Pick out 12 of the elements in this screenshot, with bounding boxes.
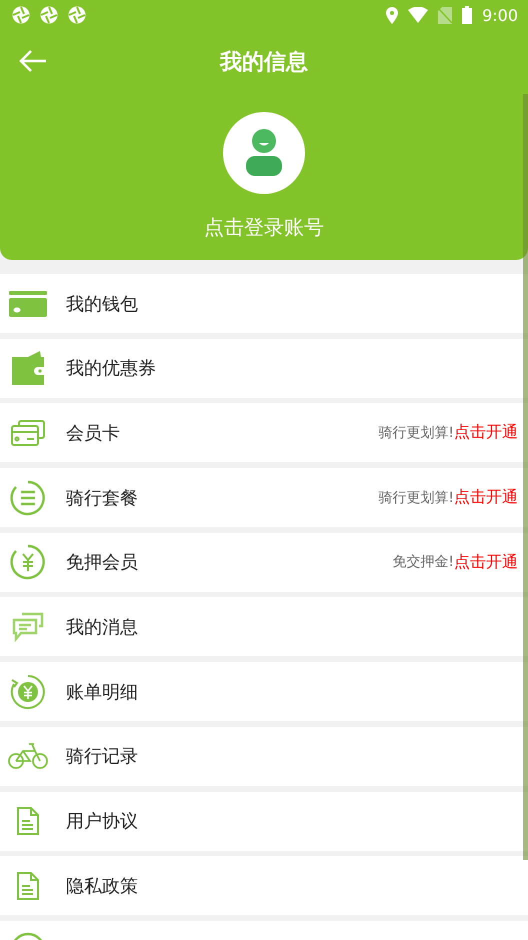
menu-item[interactable]: 账单明细	[0, 662, 528, 722]
page-title: 我的信息	[220, 49, 308, 77]
menu-item[interactable]: 会员卡 骑行更划算!点击开通	[0, 403, 528, 462]
menu-item[interactable]: 骑行套餐 骑行更划算!点击开通	[0, 468, 528, 528]
menu-item[interactable]: 我的优惠券	[0, 338, 528, 398]
menu-item[interactable]: 我的消息	[0, 597, 528, 656]
menu-item[interactable]: 骑行记录	[0, 726, 528, 786]
menu-item[interactable]: 我的钱包	[0, 274, 528, 333]
menu-item[interactable]: 免押会员 免交押金!点击开通	[0, 532, 528, 592]
menu-item[interactable]: 用户协议	[0, 792, 528, 850]
status-time: 9:00	[482, 6, 518, 24]
menu-item[interactable]: 隐私政策	[0, 856, 528, 916]
